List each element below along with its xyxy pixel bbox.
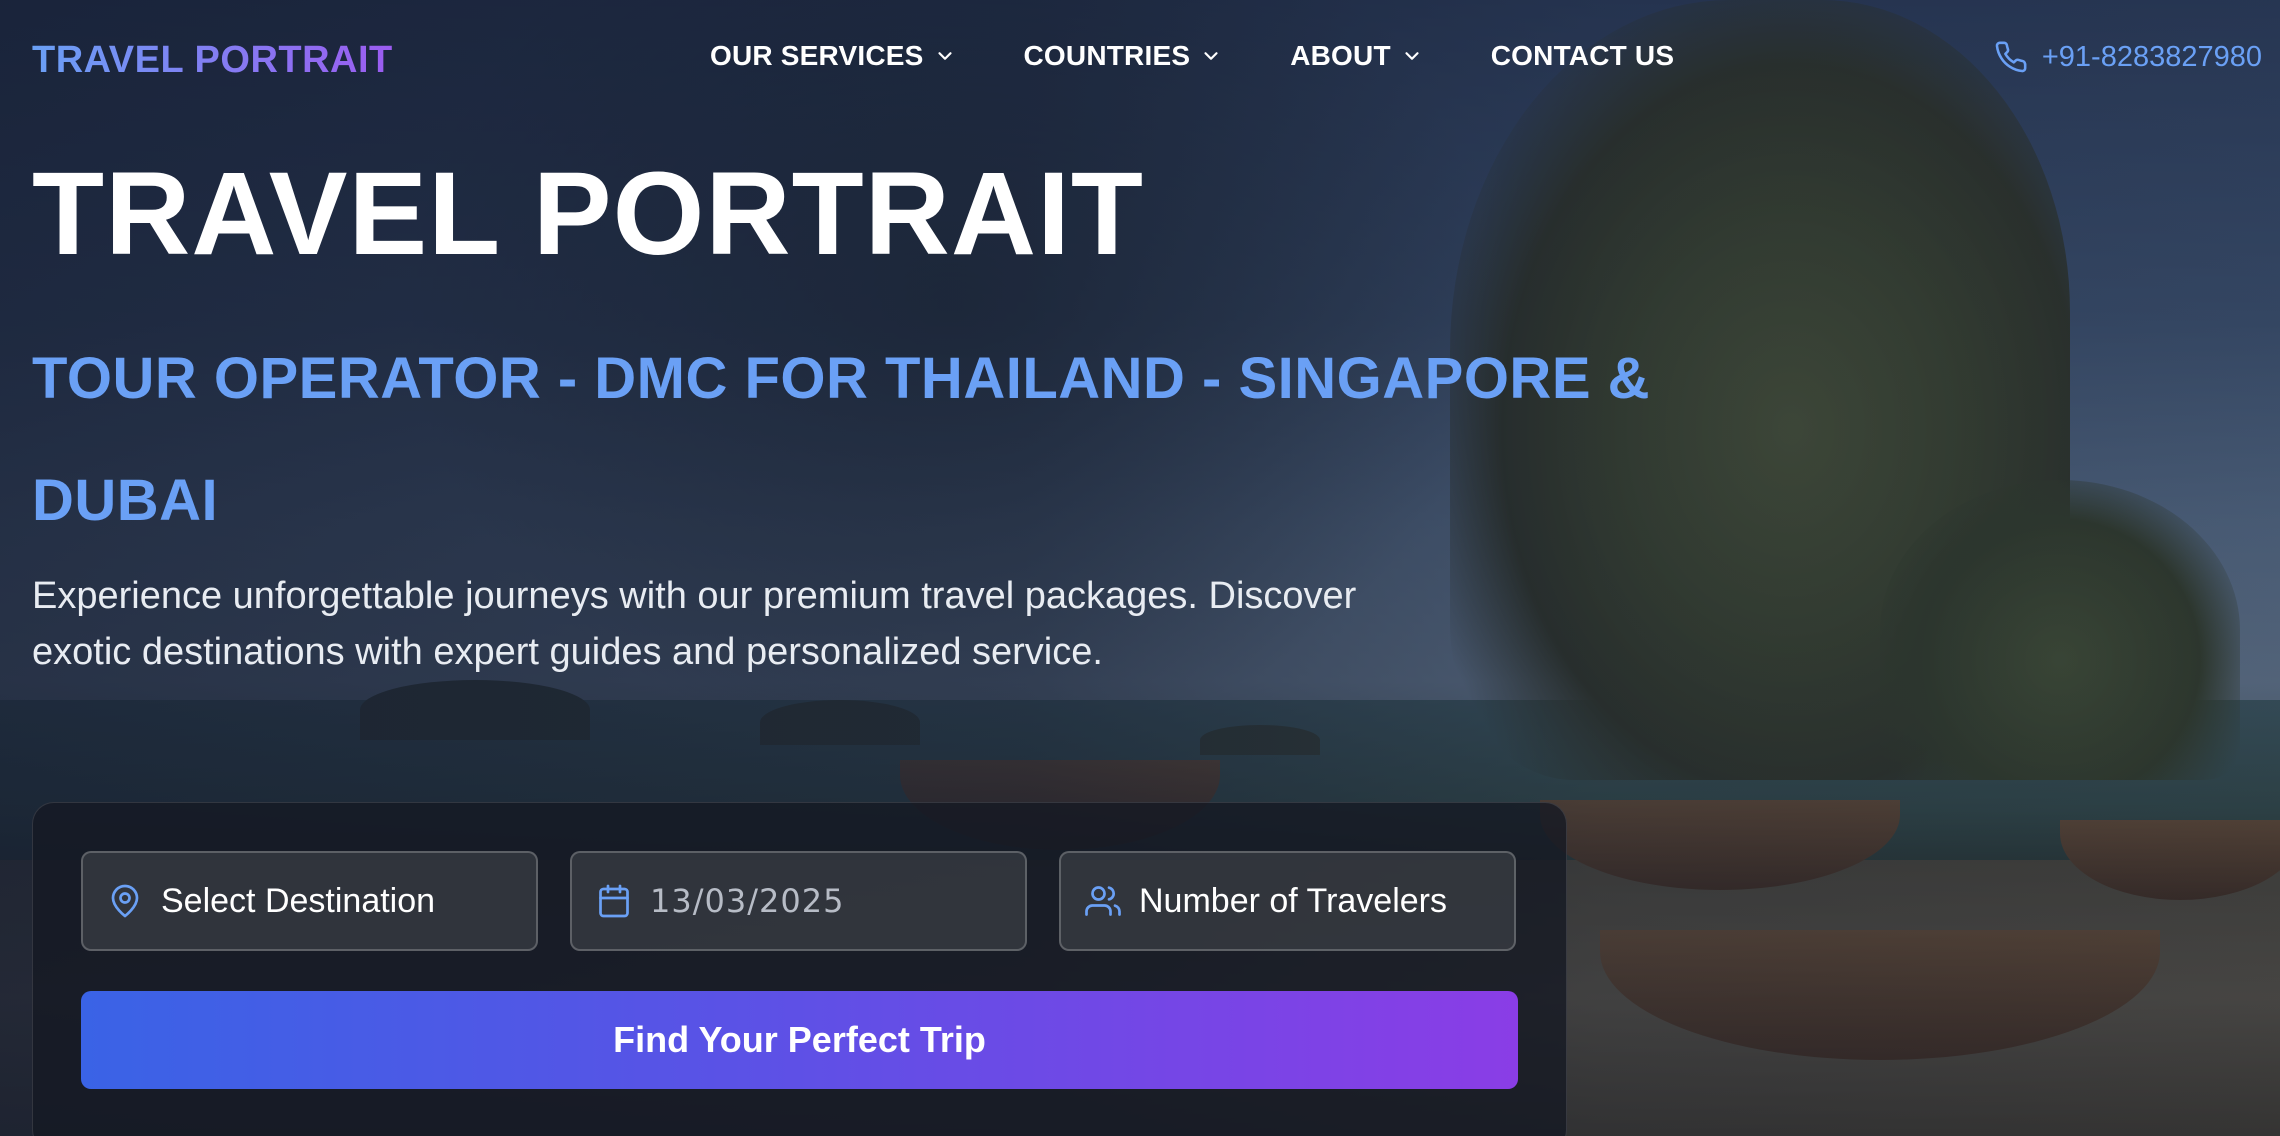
travelers-select[interactable]: Number of Travelers [1059,851,1516,951]
phone-number: +91-8283827980 [2041,40,2262,73]
phone-link[interactable]: +91-8283827980 [1994,40,2262,74]
main-menu: OUR SERVICES COUNTRIES ABOUT CONTACT US [710,40,1674,72]
nav-about[interactable]: ABOUT [1290,40,1423,72]
destination-select[interactable]: Select Destination [81,851,538,951]
map-pin-icon [111,884,139,918]
hero-subtitle: TOUR OPERATOR - DMC FOR THAILAND - SINGA… [32,346,1650,533]
chevron-down-icon [1204,52,1218,60]
nav-countries[interactable]: COUNTRIES [1024,40,1223,72]
nav-contact-us[interactable]: CONTACT US [1491,40,1674,72]
users-icon [1085,886,1121,916]
nav-our-services-label: OUR SERVICES [710,40,924,71]
phone-icon [1995,41,2027,73]
trip-search-panel: Select Destination 13/03/2025 Number of … [32,802,1567,1136]
travelers-select-value: Number of Travelers [1139,881,1447,920]
nav-our-services[interactable]: OUR SERVICES [710,40,956,72]
destination-select-value: Select Destination [161,881,436,920]
travel-date-input[interactable]: 13/03/2025 [570,851,1027,951]
hero-description: Experience unforgettable journeys with o… [32,575,1357,673]
hero-title: TRAVEL PORTRAIT [32,148,1144,280]
top-navigation: TRAVEL PORTRAIT OUR SERVICES COUNTRIES A… [0,0,2280,120]
nav-about-label: ABOUT [1290,40,1391,71]
chevron-down-icon [1405,52,1419,60]
nav-contact-us-label: CONTACT US [1490,40,1675,71]
find-trip-button[interactable]: Find Your Perfect Trip [81,991,1518,1089]
travel-date-value: 13/03/2025 [650,882,845,920]
nav-countries-label: COUNTRIES [1023,40,1191,71]
calendar-icon [599,884,629,918]
chevron-down-icon [937,52,952,60]
site-logo[interactable]: TRAVEL PORTRAIT [32,39,393,82]
